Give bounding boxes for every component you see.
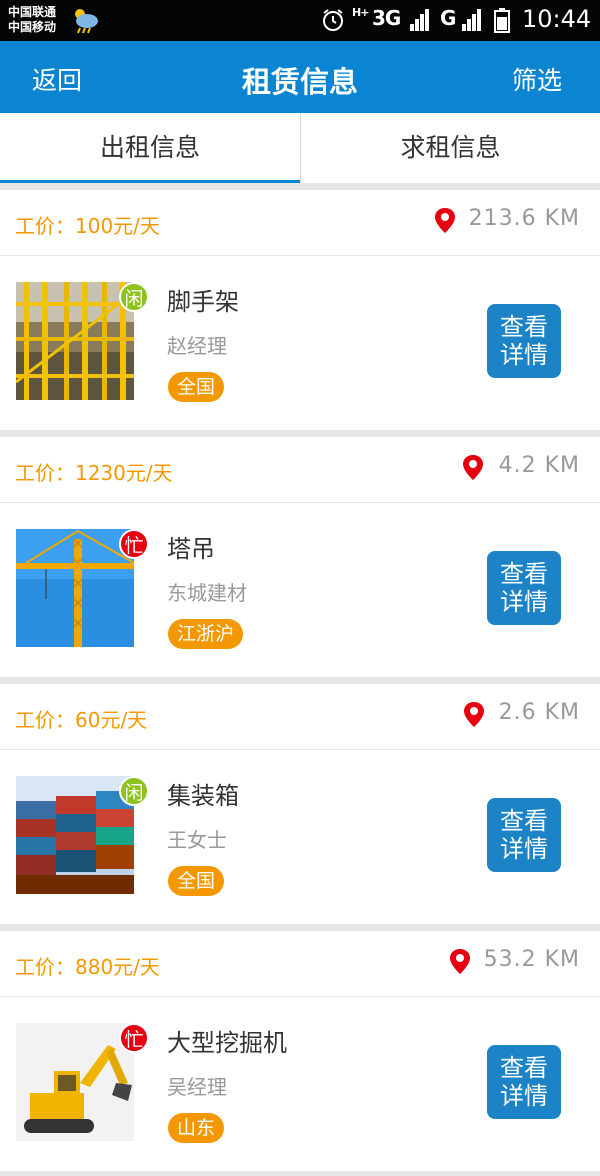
view-details-button[interactable]: 查看 详情 [487,1045,561,1119]
region-tag: 全国 [168,866,225,896]
listing-distance: 2.6 KM [498,700,580,725]
listing-price: 工价：100元/天 [15,214,160,238]
signal-icon-2 [462,9,481,31]
listing-card[interactable]: 工价：1230元/天 4.2 KM 忙 塔吊 东城建材 江浙沪 查看 详情 [0,437,600,677]
filter-button[interactable]: 筛选 [512,61,562,97]
listing-header: 工价：1230元/天 4.2 KM [0,437,600,503]
view-details-label-2: 详情 [500,835,548,863]
listing-title: 大型挖掘机 [167,1029,287,1057]
listing-distance: 4.2 KM [498,453,580,478]
listing-price: 工价：60元/天 [15,708,148,732]
alarm-icon [323,9,343,31]
weather-icon [75,9,98,34]
listing-title: 集装箱 [167,782,239,810]
listing-owner: 赵经理 [167,334,227,358]
location-pin-icon [450,949,470,974]
top-navigation-bar: 返回 租赁信息 筛选 [0,41,600,113]
listing-title: 脚手架 [167,288,239,316]
network-type-2: G [440,6,456,30]
status-badge: 忙 [119,529,149,559]
listing-card[interactable]: 工价：100元/天 213.6 KM 闲 脚手架 赵经理 全国 查看 详情 [0,190,600,430]
clock: 10:44 [522,5,592,33]
listing-image-excavator [16,1023,134,1141]
listing-list: 工价：100元/天 213.6 KM 闲 脚手架 赵经理 全国 查看 详情 工价… [0,190,600,1176]
region-tag: 山东 [168,1113,225,1143]
location-pin-icon [435,208,455,233]
view-details-label-1: 查看 [500,1054,548,1082]
listing-header: 工价：100元/天 213.6 KM [0,190,600,256]
region-tag: 全国 [168,372,225,402]
listing-header: 工价：60元/天 2.6 KM [0,684,600,750]
view-details-label-2: 详情 [500,341,548,369]
location-pin-icon [463,455,483,480]
tab-rent-out[interactable]: 出租信息 [0,113,300,183]
listing-price: 工价：1230元/天 [15,461,173,485]
listing-image-tower-crane [16,529,134,647]
hplus-indicator: H+ [352,6,369,19]
carrier-1: 中国联通 [8,5,57,19]
carrier-2: 中国移动 [8,20,57,34]
view-details-button[interactable]: 查看 详情 [487,304,561,378]
region-tag: 江浙沪 [168,619,244,649]
tab-bar: 出租信息 求租信息 [0,113,600,183]
status-badge: 闲 [119,282,149,312]
listing-distance: 213.6 KM [468,206,580,231]
location-pin-icon [464,702,484,727]
view-details-label-1: 查看 [500,807,548,835]
carrier-names: 中国联通 中国移动 [8,5,56,35]
status-bar: 中国联通 中国移动 H+ 3G G 10:44 [0,0,600,41]
view-details-label-1: 查看 [500,313,548,341]
view-details-label-2: 详情 [500,588,548,616]
listing-distance: 53.2 KM [483,947,580,972]
listing-owner: 东城建材 [167,581,247,605]
listing-image-scaffold [16,282,134,400]
network-type-1: 3G [372,6,401,30]
page-title: 租赁信息 [241,65,358,99]
battery-icon [494,8,510,33]
signal-icon [410,9,429,31]
listing-card[interactable]: 工价：880元/天 53.2 KM 忙 大型挖掘机 吴经理 山东 查看 详情 [0,931,600,1171]
listing-title: 塔吊 [167,535,215,563]
listing-price: 工价：880元/天 [15,955,160,979]
listing-card[interactable]: 工价：60元/天 2.6 KM 闲 集装箱 王女士 全国 查看 详情 [0,684,600,924]
tab-rent-wanted[interactable]: 求租信息 [300,113,600,183]
status-badge: 闲 [119,776,149,806]
listing-header: 工价：880元/天 53.2 KM [0,931,600,997]
status-badge: 忙 [119,1023,149,1053]
listing-image-containers [16,776,134,894]
view-details-label-1: 查看 [500,560,548,588]
view-details-button[interactable]: 查看 详情 [487,551,561,625]
listing-owner: 吴经理 [167,1075,227,1099]
view-details-label-2: 详情 [500,1082,548,1110]
listing-owner: 王女士 [167,828,227,852]
view-details-button[interactable]: 查看 详情 [487,798,561,872]
